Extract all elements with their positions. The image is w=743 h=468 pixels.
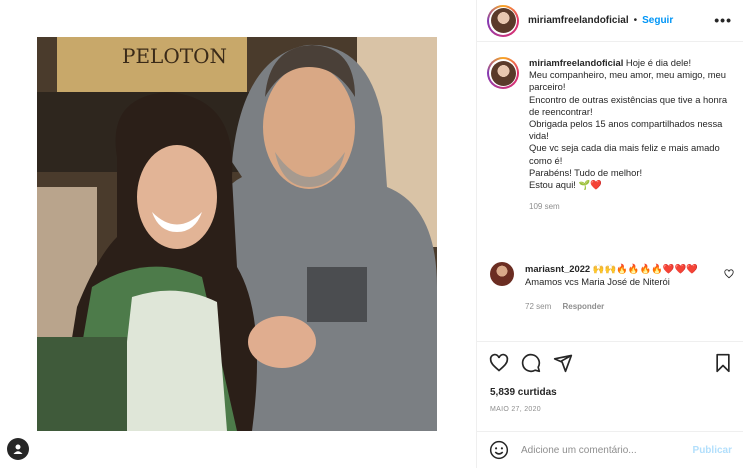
commenter-avatar[interactable] (490, 262, 514, 286)
author-avatar[interactable] (487, 4, 519, 37)
caption-text: miriamfreelandoficial Hoje é dia dele! M… (529, 57, 734, 213)
author-username[interactable]: miriamfreelandoficial (528, 15, 629, 26)
follow-button[interactable]: Seguir (642, 15, 673, 26)
caption-line: Parabéns! Tudo de melhor! (529, 166, 643, 178)
user-icon[interactable] (7, 438, 29, 460)
share-icon[interactable] (553, 353, 573, 373)
comment-text: Amamos vcs Maria José de Niterói (525, 276, 670, 287)
publish-button[interactable]: Publicar (693, 445, 732, 456)
reply-button[interactable]: Responder (562, 302, 604, 311)
bookmark-icon[interactable] (713, 353, 733, 373)
caption-avatar[interactable] (487, 57, 519, 89)
heart-icon[interactable] (489, 353, 509, 373)
separator-dot: • (633, 15, 638, 26)
comment-icon[interactable] (521, 353, 541, 373)
comment-like-heart-icon[interactable] (724, 269, 734, 279)
post-date[interactable]: MAIO 27, 2020 (490, 406, 541, 413)
post-header: miriamfreelandoficial • Seguir ••• (477, 0, 743, 42)
post-sidebar: miriamfreelandoficial • Seguir ••• miria… (476, 0, 743, 468)
add-comment-bar: Publicar (477, 431, 743, 468)
caption-line: Obrigada pelos 15 anos compartilhados ne… (529, 118, 723, 142)
caption-line: Hoje é dia dele! (625, 57, 692, 68)
post-actions: 5,839 curtidas MAIO 27, 2020 (477, 341, 743, 431)
caption-timestamp[interactable]: 109 sem (529, 201, 734, 213)
photo-couple-image: PELOTON (37, 37, 437, 431)
caption-line: Que vc seja cada dia mais feliz e mais a… (529, 142, 720, 166)
comment-emojis: 🙌🙌🔥🔥🔥🔥❤️❤️❤️ (592, 263, 698, 274)
store-sign-text: PELOTON (122, 44, 227, 68)
post-photo[interactable]: PELOTON (37, 37, 437, 431)
caption-line: Encontro de outras existências que tive … (529, 93, 728, 117)
media-pane: PELOTON (0, 0, 476, 468)
caption-username[interactable]: miriamfreelandoficial (529, 57, 623, 68)
comment-timestamp[interactable]: 72 sem (525, 302, 551, 311)
emoji-icon[interactable] (489, 440, 509, 460)
comment-item: mariasnt_2022 🙌🙌🔥🔥🔥🔥❤️❤️❤️ Amamos vcs Ma… (490, 262, 735, 313)
post-caption: miriamfreelandoficial Hoje é dia dele! M… (487, 57, 737, 213)
likes-count[interactable]: 5,839 curtidas (490, 387, 557, 398)
comments-section: miriamfreelandoficial Hoje é dia dele! M… (477, 43, 743, 341)
commenter-username[interactable]: mariasnt_2022 (525, 263, 590, 274)
caption-line: Meu companheiro, meu amor, meu amigo, me… (529, 69, 726, 93)
comment-input[interactable] (521, 444, 681, 456)
more-icon[interactable]: ••• (714, 12, 732, 28)
caption-line: Estou aqui! 🌱❤️ (529, 179, 602, 191)
